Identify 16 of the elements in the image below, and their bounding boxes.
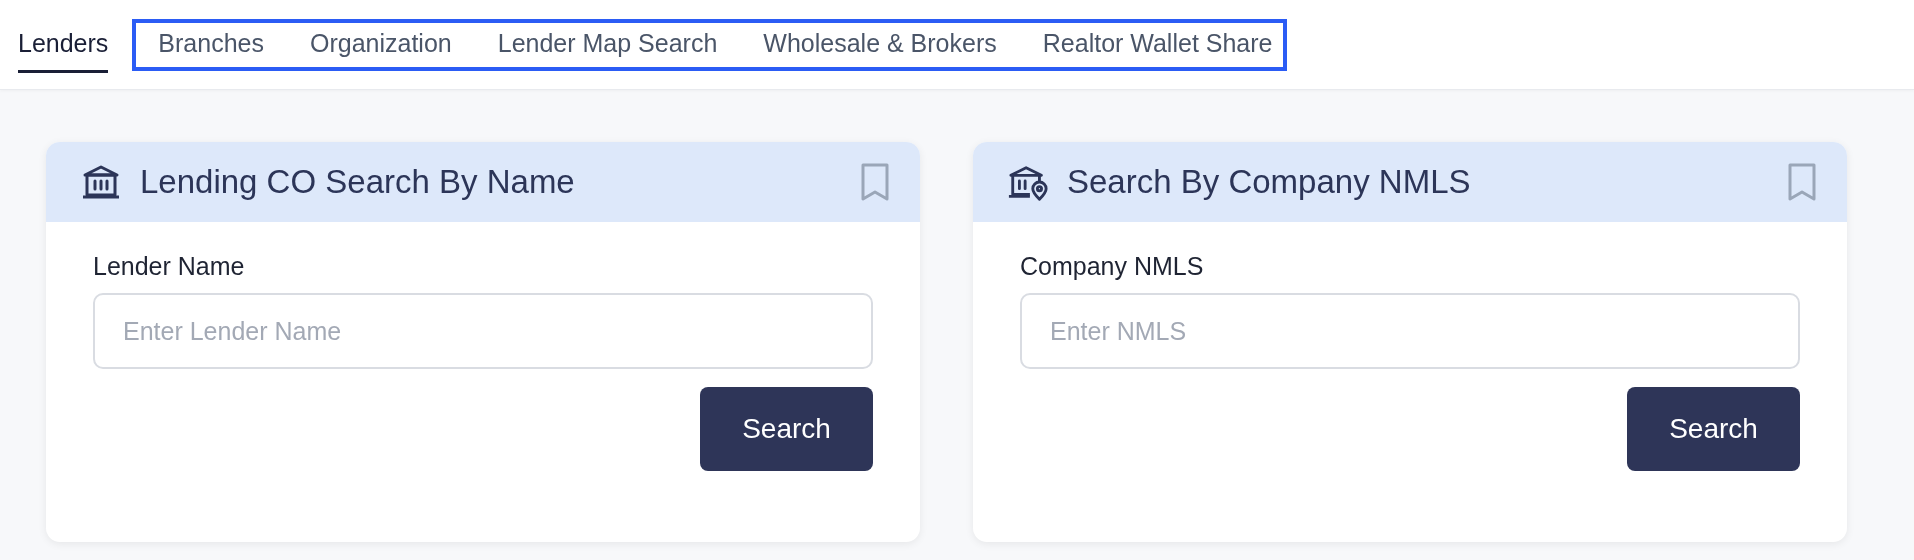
search-button[interactable]: Search (700, 387, 873, 471)
card-title: Lending CO Search By Name (140, 163, 576, 201)
input-field[interactable]: Enter Lender Name (93, 293, 873, 369)
card-title: Search By Company NMLS (1067, 163, 1472, 201)
bookmark-icon[interactable] (1787, 162, 1817, 202)
tab[interactable]: Organization (310, 22, 452, 67)
tab[interactable]: Branches (158, 22, 264, 67)
search-button[interactable]: Search (1627, 387, 1800, 471)
bookmark-icon[interactable] (860, 162, 890, 202)
field-label: Lender Name (93, 252, 246, 281)
field-label: Company NMLS (1020, 252, 1205, 281)
tab[interactable]: Realtor Wallet Share (1042, 22, 1273, 67)
tab[interactable]: Lenders (18, 16, 109, 73)
input-field[interactable]: Enter NMLS (1020, 293, 1800, 369)
tab[interactable]: Lender Map Search (497, 22, 718, 67)
tab[interactable]: Wholesale & Brokers (763, 22, 997, 67)
